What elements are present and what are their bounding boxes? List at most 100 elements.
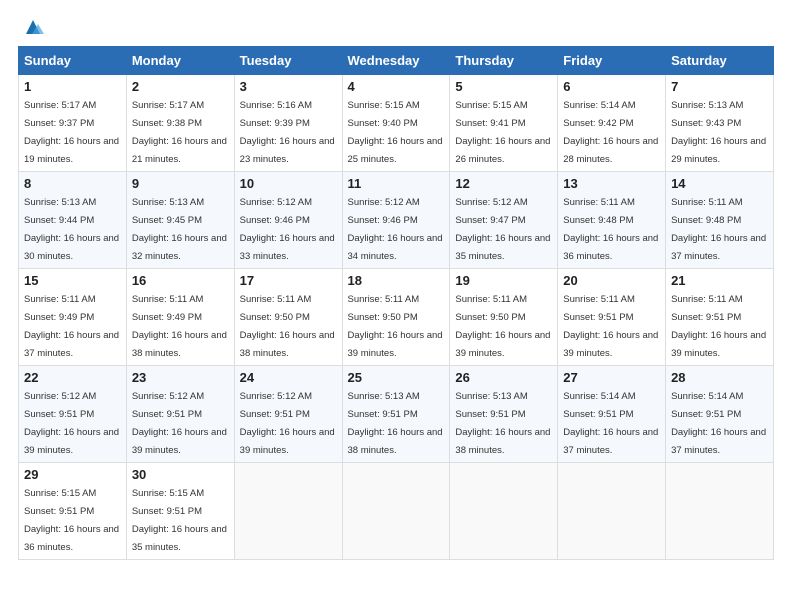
day-number: 4 [348,79,445,94]
day-number: 8 [24,176,121,191]
day-number: 27 [563,370,660,385]
calendar-cell: 9 Sunrise: 5:13 AMSunset: 9:45 PMDayligh… [126,172,234,269]
calendar-cell: 3 Sunrise: 5:16 AMSunset: 9:39 PMDayligh… [234,75,342,172]
calendar-cell: 17 Sunrise: 5:11 AMSunset: 9:50 PMDaylig… [234,269,342,366]
day-info: Sunrise: 5:12 AMSunset: 9:47 PMDaylight:… [455,197,550,262]
day-number: 6 [563,79,660,94]
col-header-tuesday: Tuesday [234,47,342,75]
day-number: 18 [348,273,445,288]
calendar-cell: 30 Sunrise: 5:15 AMSunset: 9:51 PMDaylig… [126,463,234,560]
header [18,18,774,38]
calendar-cell: 28 Sunrise: 5:14 AMSunset: 9:51 PMDaylig… [666,366,774,463]
day-number: 20 [563,273,660,288]
col-header-sunday: Sunday [19,47,127,75]
calendar-cell: 2 Sunrise: 5:17 AMSunset: 9:38 PMDayligh… [126,75,234,172]
day-info: Sunrise: 5:12 AMSunset: 9:51 PMDaylight:… [132,391,227,456]
day-info: Sunrise: 5:12 AMSunset: 9:51 PMDaylight:… [240,391,335,456]
day-info: Sunrise: 5:13 AMSunset: 9:44 PMDaylight:… [24,197,119,262]
day-info: Sunrise: 5:11 AMSunset: 9:50 PMDaylight:… [455,294,550,359]
day-number: 22 [24,370,121,385]
day-info: Sunrise: 5:11 AMSunset: 9:49 PMDaylight:… [132,294,227,359]
logo-icon [22,16,44,38]
calendar-week-2: 8 Sunrise: 5:13 AMSunset: 9:44 PMDayligh… [19,172,774,269]
day-info: Sunrise: 5:15 AMSunset: 9:41 PMDaylight:… [455,100,550,165]
logo [18,18,44,38]
day-number: 15 [24,273,121,288]
calendar-cell [558,463,666,560]
day-number: 17 [240,273,337,288]
day-number: 21 [671,273,768,288]
calendar-cell: 21 Sunrise: 5:11 AMSunset: 9:51 PMDaylig… [666,269,774,366]
day-info: Sunrise: 5:11 AMSunset: 9:50 PMDaylight:… [240,294,335,359]
calendar-week-4: 22 Sunrise: 5:12 AMSunset: 9:51 PMDaylig… [19,366,774,463]
col-header-thursday: Thursday [450,47,558,75]
day-number: 19 [455,273,552,288]
day-info: Sunrise: 5:11 AMSunset: 9:49 PMDaylight:… [24,294,119,359]
calendar-cell: 6 Sunrise: 5:14 AMSunset: 9:42 PMDayligh… [558,75,666,172]
calendar-cell: 8 Sunrise: 5:13 AMSunset: 9:44 PMDayligh… [19,172,127,269]
calendar-week-3: 15 Sunrise: 5:11 AMSunset: 9:49 PMDaylig… [19,269,774,366]
calendar-cell: 16 Sunrise: 5:11 AMSunset: 9:49 PMDaylig… [126,269,234,366]
calendar-cell: 29 Sunrise: 5:15 AMSunset: 9:51 PMDaylig… [19,463,127,560]
calendar-cell: 10 Sunrise: 5:12 AMSunset: 9:46 PMDaylig… [234,172,342,269]
col-header-wednesday: Wednesday [342,47,450,75]
calendar-cell: 1 Sunrise: 5:17 AMSunset: 9:37 PMDayligh… [19,75,127,172]
calendar-week-5: 29 Sunrise: 5:15 AMSunset: 9:51 PMDaylig… [19,463,774,560]
day-info: Sunrise: 5:13 AMSunset: 9:43 PMDaylight:… [671,100,766,165]
calendar-header-row: SundayMondayTuesdayWednesdayThursdayFrid… [19,47,774,75]
day-info: Sunrise: 5:11 AMSunset: 9:51 PMDaylight:… [671,294,766,359]
calendar-cell: 25 Sunrise: 5:13 AMSunset: 9:51 PMDaylig… [342,366,450,463]
calendar-cell: 7 Sunrise: 5:13 AMSunset: 9:43 PMDayligh… [666,75,774,172]
day-number: 1 [24,79,121,94]
day-number: 2 [132,79,229,94]
calendar-cell: 27 Sunrise: 5:14 AMSunset: 9:51 PMDaylig… [558,366,666,463]
day-info: Sunrise: 5:17 AMSunset: 9:38 PMDaylight:… [132,100,227,165]
page: SundayMondayTuesdayWednesdayThursdayFrid… [0,0,792,612]
day-number: 26 [455,370,552,385]
calendar-cell: 5 Sunrise: 5:15 AMSunset: 9:41 PMDayligh… [450,75,558,172]
calendar-week-1: 1 Sunrise: 5:17 AMSunset: 9:37 PMDayligh… [19,75,774,172]
calendar-cell: 13 Sunrise: 5:11 AMSunset: 9:48 PMDaylig… [558,172,666,269]
day-info: Sunrise: 5:15 AMSunset: 9:51 PMDaylight:… [24,488,119,553]
day-info: Sunrise: 5:11 AMSunset: 9:48 PMDaylight:… [563,197,658,262]
day-number: 25 [348,370,445,385]
calendar-cell: 11 Sunrise: 5:12 AMSunset: 9:46 PMDaylig… [342,172,450,269]
day-number: 11 [348,176,445,191]
day-info: Sunrise: 5:15 AMSunset: 9:51 PMDaylight:… [132,488,227,553]
col-header-saturday: Saturday [666,47,774,75]
col-header-friday: Friday [558,47,666,75]
col-header-monday: Monday [126,47,234,75]
day-info: Sunrise: 5:12 AMSunset: 9:46 PMDaylight:… [240,197,335,262]
day-number: 16 [132,273,229,288]
calendar-cell: 19 Sunrise: 5:11 AMSunset: 9:50 PMDaylig… [450,269,558,366]
calendar-cell [234,463,342,560]
day-info: Sunrise: 5:15 AMSunset: 9:40 PMDaylight:… [348,100,443,165]
day-number: 28 [671,370,768,385]
calendar-cell: 23 Sunrise: 5:12 AMSunset: 9:51 PMDaylig… [126,366,234,463]
day-info: Sunrise: 5:12 AMSunset: 9:51 PMDaylight:… [24,391,119,456]
day-number: 7 [671,79,768,94]
day-number: 30 [132,467,229,482]
calendar-cell: 4 Sunrise: 5:15 AMSunset: 9:40 PMDayligh… [342,75,450,172]
day-info: Sunrise: 5:12 AMSunset: 9:46 PMDaylight:… [348,197,443,262]
day-number: 5 [455,79,552,94]
day-number: 10 [240,176,337,191]
day-number: 12 [455,176,552,191]
calendar-table: SundayMondayTuesdayWednesdayThursdayFrid… [18,46,774,560]
day-info: Sunrise: 5:13 AMSunset: 9:51 PMDaylight:… [348,391,443,456]
day-info: Sunrise: 5:14 AMSunset: 9:42 PMDaylight:… [563,100,658,165]
day-info: Sunrise: 5:14 AMSunset: 9:51 PMDaylight:… [671,391,766,456]
day-number: 24 [240,370,337,385]
calendar-cell: 24 Sunrise: 5:12 AMSunset: 9:51 PMDaylig… [234,366,342,463]
day-info: Sunrise: 5:13 AMSunset: 9:45 PMDaylight:… [132,197,227,262]
calendar-cell: 26 Sunrise: 5:13 AMSunset: 9:51 PMDaylig… [450,366,558,463]
calendar-cell [342,463,450,560]
day-info: Sunrise: 5:11 AMSunset: 9:50 PMDaylight:… [348,294,443,359]
day-number: 13 [563,176,660,191]
day-number: 14 [671,176,768,191]
calendar-cell: 15 Sunrise: 5:11 AMSunset: 9:49 PMDaylig… [19,269,127,366]
day-number: 29 [24,467,121,482]
day-info: Sunrise: 5:11 AMSunset: 9:51 PMDaylight:… [563,294,658,359]
calendar-cell: 22 Sunrise: 5:12 AMSunset: 9:51 PMDaylig… [19,366,127,463]
day-info: Sunrise: 5:11 AMSunset: 9:48 PMDaylight:… [671,197,766,262]
